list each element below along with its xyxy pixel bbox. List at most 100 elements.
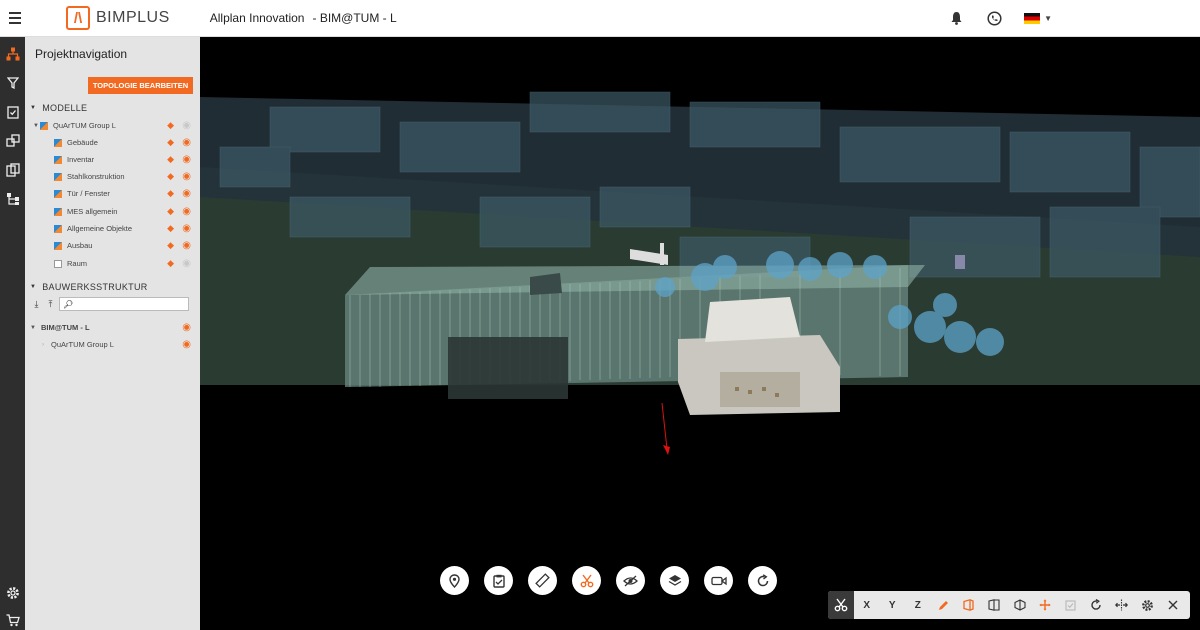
reset-icon[interactable] [748,566,777,595]
list-item[interactable]: Gebäude ◆ ◉ [25,134,200,151]
layers-icon[interactable]: ◆ [167,154,174,165]
layers-icon[interactable]: ◆ [167,120,174,131]
scissors-icon[interactable] [572,566,601,595]
section-scissors-icon[interactable] [828,591,854,619]
collapse-all-icon[interactable]: ⤒ [45,299,56,310]
hierarchy-icon[interactable] [4,190,21,207]
model-checkbox[interactable] [54,172,62,181]
eye-icon[interactable]: ◉ [182,206,191,217]
structure-root-label: BIM@TUM - L [41,323,90,332]
hide-icon[interactable] [616,566,645,595]
task-list-icon[interactable] [4,103,21,120]
expand-all-icon[interactable]: ⤓ [31,299,42,310]
close-icon[interactable] [1160,591,1186,619]
camera-icon[interactable] [704,566,733,595]
model-checkbox[interactable] [54,241,62,250]
models-section-label: MODELLE [42,103,88,113]
3d-model-render[interactable] [200,37,1200,630]
model-label: Ausbau [67,241,93,250]
layers-icon[interactable]: ◆ [167,223,174,234]
rotate-icon[interactable] [1084,591,1110,619]
model-label: Inventar [67,155,95,164]
list-item[interactable]: MES allgemein ◆ ◉ [25,203,200,220]
list-item[interactable]: Tür / Fenster ◆ ◉ [25,185,200,202]
layers-icon[interactable]: ◆ [167,171,174,182]
eye-icon[interactable]: ◉ [182,188,191,199]
eye-icon[interactable]: ◉ [182,339,191,350]
eye-icon[interactable]: ◉ [182,240,191,251]
layers-icon[interactable]: ◆ [167,188,174,199]
structure-child-label: QuArTUM Group L [51,340,114,349]
filter-icon[interactable] [4,74,21,91]
door-icon[interactable] [982,591,1008,619]
top-bar: /\ BIMPLUS Allplan Innovation - BIM@TUM … [0,0,1200,37]
eye-icon[interactable]: ◉ [182,137,191,148]
model-checkbox[interactable] [40,121,48,130]
3d-viewport[interactable] [200,37,1200,630]
chevron-down-icon[interactable]: ▼ [32,123,40,129]
bell-icon[interactable] [948,10,964,26]
section-x-button[interactable]: X [854,591,880,619]
ruler-icon[interactable] [528,566,557,595]
models-section-header[interactable]: ▼ MODELLE [30,103,87,113]
structure-search-input[interactable]: 🔎︎ [59,297,189,311]
edit-topology-button[interactable]: TOPOLOGIE BEARBEITEN [88,77,193,94]
german-flag-icon [1024,12,1041,24]
model-checkbox[interactable] [54,189,62,198]
list-item[interactable]: Inventar ◆ ◉ [25,151,200,168]
section-z-button[interactable]: Z [905,591,931,619]
linked-models-icon[interactable] [4,132,21,149]
layers-icon[interactable] [660,566,689,595]
model-checkbox[interactable] [54,155,62,164]
settings-gear-icon[interactable] [4,584,21,601]
eye-icon[interactable]: ◉ [182,120,191,131]
layers-icon[interactable]: ◆ [167,206,174,217]
office-icon[interactable] [956,591,982,619]
menu-icon[interactable] [0,0,30,37]
model-checkbox[interactable] [54,207,62,216]
pen-icon[interactable] [931,591,957,619]
eye-icon[interactable]: ◉ [182,154,191,165]
structure-section-header[interactable]: ▼ BAUWERKSSTRUKTUR [30,282,148,292]
list-item[interactable]: Ausbau ◆ ◉ [25,237,200,254]
eye-icon[interactable]: ◉ [182,322,191,333]
eye-icon[interactable]: ◉ [182,171,191,182]
list-item[interactable]: Stahlkonstruktion ◆ ◉ [25,168,200,185]
move-icon[interactable] [1033,591,1059,619]
list-item[interactable]: Allgemeine Objekte ◆ ◉ [25,220,200,237]
model-checkbox[interactable] [54,224,62,233]
structure-tree-root[interactable]: ▼ BIM@TUM - L ◉ [25,319,200,336]
model-checkbox[interactable] [54,138,62,147]
model-name[interactable]: - BIM@TUM - L [312,11,396,25]
flip-icon[interactable] [1109,591,1135,619]
section-y-button[interactable]: Y [880,591,906,619]
eye-icon[interactable]: ◉ [182,258,191,269]
model-tree-root[interactable]: ▼ QuArTUM Group L ◆ ◉ [25,117,200,134]
settings-icon[interactable] [1135,591,1161,619]
documents-icon[interactable] [4,161,21,178]
bimplus-logo-icon: /\ [66,6,90,30]
layers-icon[interactable]: ◆ [167,240,174,251]
logo[interactable]: /\ BIMPLUS [66,6,170,30]
clipboard-icon[interactable] [484,566,513,595]
phone-support-icon[interactable] [986,10,1002,26]
brand-name: BIMPLUS [96,9,170,26]
chevron-down-icon[interactable]: ▼ [29,325,37,331]
layers-icon[interactable]: ◆ [167,258,174,269]
section-toolbar: X Y Z [828,591,1190,619]
layers-icon[interactable]: ◆ [167,137,174,148]
cube-icon[interactable] [1007,591,1033,619]
eye-icon[interactable]: ◉ [182,223,191,234]
model-label: MES allgemein [67,207,118,216]
shopping-cart-icon[interactable] [4,612,21,629]
chevron-right-icon[interactable]: › [39,342,47,348]
project-name[interactable]: Allplan Innovation [210,11,305,25]
location-pin-icon[interactable] [440,566,469,595]
structure-tree-child[interactable]: › QuArTUM Group L ◉ [25,336,200,353]
list-item[interactable]: Raum ◆ ◉ [25,255,200,272]
viewer-tools [440,566,777,595]
language-selector[interactable]: ▼ [1024,12,1052,24]
checkbox-icon[interactable] [1058,591,1084,619]
model-checkbox[interactable] [54,259,62,268]
project-navigation-icon[interactable] [4,45,21,62]
